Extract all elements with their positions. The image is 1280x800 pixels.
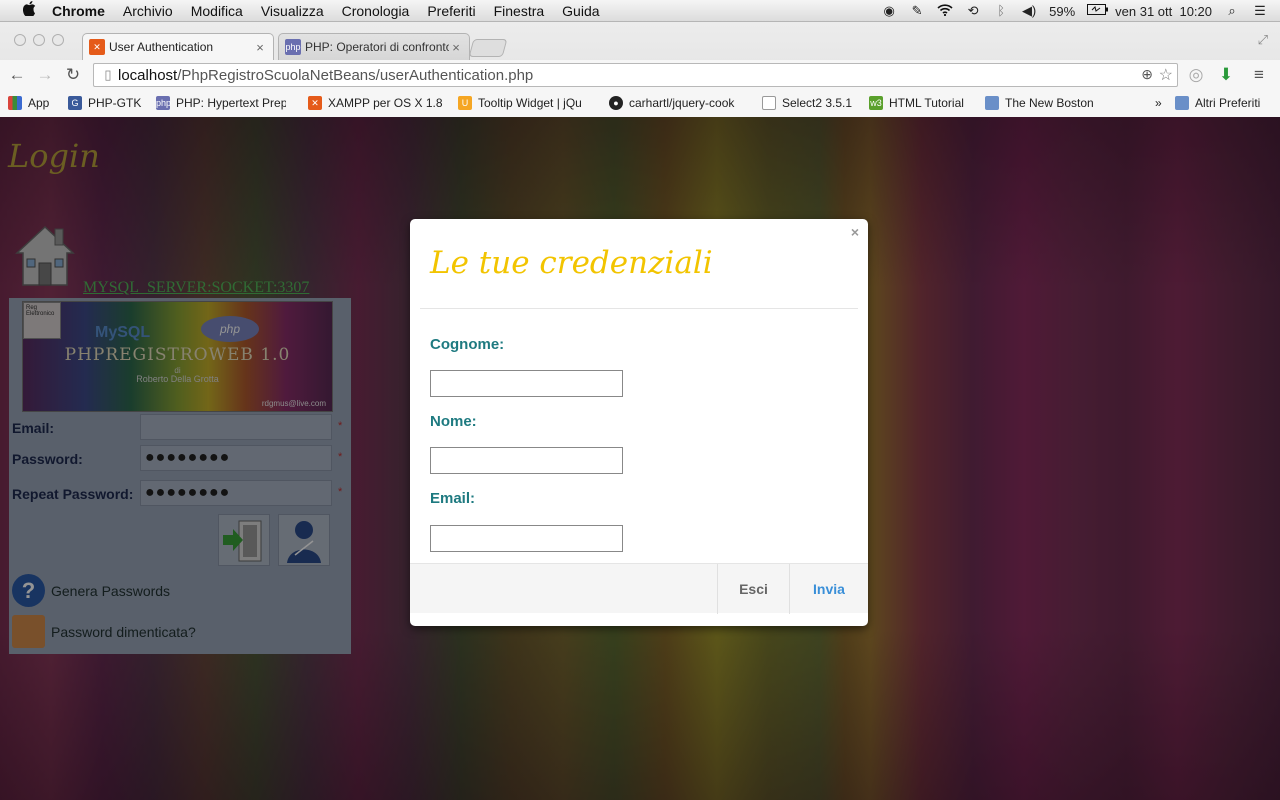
zoom-icon[interactable]: ⊕ (1141, 66, 1153, 83)
bookmark-label: Tooltip Widget | jQu (478, 96, 582, 110)
modal-footer: Esci Invia (410, 563, 868, 614)
fullscreen-icon[interactable]: ⤢ (1258, 32, 1268, 48)
bookmark-label: App (28, 96, 50, 110)
tab-close-icon[interactable]: × (449, 40, 463, 55)
menu-cronologia[interactable]: Cronologia (342, 3, 410, 19)
forward-arrow-icon[interactable]: → (35, 65, 55, 85)
download-icon[interactable]: ⬇ (1216, 65, 1236, 85)
bookmark-label: HTML Tutorial (889, 96, 964, 110)
xampp-icon: ✕ (308, 96, 322, 110)
nome-field[interactable] (430, 447, 623, 474)
bookmark-label: Altri Preferiti (1195, 96, 1261, 110)
bookmark-label: XAMPP per OS X 1.8 (328, 96, 443, 110)
bookmark-select2[interactable]: Select2 3.5.1 (762, 96, 852, 110)
menu-chrome[interactable]: Chrome (52, 3, 105, 19)
folder-icon (1175, 96, 1189, 110)
php-gtk-icon: G (68, 96, 82, 110)
tab-user-authentication[interactable]: ✕ User Authentication × (82, 33, 274, 60)
bluetooth-icon[interactable]: ᛒ (993, 4, 1009, 18)
spotlight-search-icon[interactable]: ⌕ (1224, 4, 1240, 18)
browser-toolbar: ← → ↻ ▯ localhost /PhpRegistroScuolaNetB… (0, 60, 1280, 90)
tab-title: PHP: Operatori di confronto (305, 40, 449, 54)
volume-icon[interactable]: ◀︎) (1021, 4, 1037, 18)
bookmark-star-icon[interactable]: ☆ (1159, 65, 1173, 85)
battery-percent: 59% (1049, 3, 1076, 19)
bookmark-altri-preferiti[interactable]: Altri Preferiti (1175, 96, 1260, 110)
bookmarks-overflow-button[interactable]: » (1155, 96, 1162, 110)
menubar-clock[interactable]: ven 31 ott 10:20 (1115, 4, 1212, 19)
chrome-menu-icon[interactable]: ≡ (1249, 65, 1269, 85)
chevron-double-right-icon: » (1155, 96, 1162, 110)
extension-icon[interactable]: ◎ (1186, 65, 1206, 85)
url-path: /PhpRegistroScuolaNetBeans/userAuthentic… (177, 66, 534, 84)
wifi-icon[interactable] (937, 4, 953, 18)
menu-preferiti[interactable]: Preferiti (427, 3, 475, 19)
notification-center-icon[interactable]: ☰ (1252, 4, 1268, 18)
back-arrow-icon[interactable]: ← (7, 65, 27, 85)
bookmark-xampp[interactable]: ✕ XAMPP per OS X 1.8 (308, 96, 443, 110)
bookmark-the-new-boston[interactable]: The New Boston (985, 96, 1094, 110)
status-circle-icon[interactable]: ◉ (881, 4, 897, 18)
tab-php-operatori[interactable]: php PHP: Operatori di confronto × (278, 33, 470, 60)
window-zoom-button[interactable] (52, 34, 64, 46)
modal-email-field[interactable] (430, 525, 623, 552)
xampp-icon: ✕ (89, 39, 105, 55)
menu-modifica[interactable]: Modifica (191, 3, 243, 19)
menu-guida[interactable]: Guida (562, 3, 599, 19)
bookmark-php-hypertext[interactable]: php PHP: Hypertext Prep (156, 96, 286, 110)
modal-divider (420, 308, 858, 309)
browser-chrome: ✕ User Authentication × php PHP: Operato… (0, 22, 1280, 117)
modal-close-icon[interactable]: × (851, 224, 859, 240)
reload-icon[interactable]: ↻ (63, 65, 83, 85)
menu-finestra[interactable]: Finestra (494, 3, 545, 19)
tab-strip: ✕ User Authentication × php PHP: Operato… (0, 22, 1280, 60)
cognome-field[interactable] (430, 370, 623, 397)
invia-button[interactable]: Invia (789, 564, 868, 614)
mac-menubar: Chrome Archivio Modifica Visualizza Cron… (0, 0, 1280, 22)
nome-label: Nome: (430, 413, 477, 430)
bookmark-tooltip-widget[interactable]: U Tooltip Widget | jQu (458, 96, 582, 110)
bookmark-label: PHP-GTK (88, 96, 142, 110)
bookmark-label: PHP: Hypertext Prep (176, 96, 286, 110)
bookmark-label: Select2 3.5.1 (782, 96, 853, 110)
modal-email-label: Email: (430, 490, 476, 507)
bookmark-html-tutorial[interactable]: w3 HTML Tutorial (869, 96, 964, 110)
window-minimize-button[interactable] (33, 34, 45, 46)
address-bar[interactable]: ▯ localhost /PhpRegistroScuolaNetBeans/u… (93, 63, 1178, 87)
bookmark-label: The New Boston (1005, 96, 1094, 110)
bookmark-label: carhartl/jquery-cook (629, 96, 735, 110)
page-icon: ▯ (104, 67, 112, 82)
esci-button[interactable]: Esci (717, 564, 789, 614)
url-host: localhost (118, 66, 178, 84)
evernote-icon[interactable]: ✎ (909, 4, 925, 18)
time-machine-icon[interactable]: ⟲ (965, 4, 981, 18)
w3schools-icon: w3 (869, 96, 883, 110)
jquery-ui-icon: U (458, 96, 472, 110)
bookmark-carhartl[interactable]: ● carhartl/jquery-cook (609, 96, 734, 110)
tab-close-icon[interactable]: × (253, 40, 267, 55)
menu-archivio[interactable]: Archivio (123, 3, 173, 19)
battery-icon[interactable] (1087, 4, 1109, 18)
page-icon (762, 96, 776, 110)
apps-grid-icon (8, 96, 22, 110)
php-icon: php (285, 39, 301, 55)
bookmark-app[interactable]: App (8, 96, 49, 110)
bookmark-php-gtk[interactable]: G PHP-GTK (68, 96, 141, 110)
php-icon: php (156, 96, 172, 110)
apple-menu-icon[interactable] (20, 1, 38, 20)
bookmarks-bar: App G PHP-GTK php PHP: Hypertext Prep ✕ … (0, 90, 1280, 117)
modal-title: Le tue credenziali (430, 245, 713, 281)
new-tab-button[interactable] (468, 39, 508, 57)
credentials-modal: × Le tue credenziali Cognome: Nome: Emai… (410, 219, 868, 626)
github-icon: ● (609, 96, 623, 110)
folder-icon (985, 96, 999, 110)
cognome-label: Cognome: (430, 336, 505, 353)
window-close-button[interactable] (14, 34, 26, 46)
tab-title: User Authentication (109, 40, 214, 54)
menu-visualizza[interactable]: Visualizza (261, 3, 324, 19)
